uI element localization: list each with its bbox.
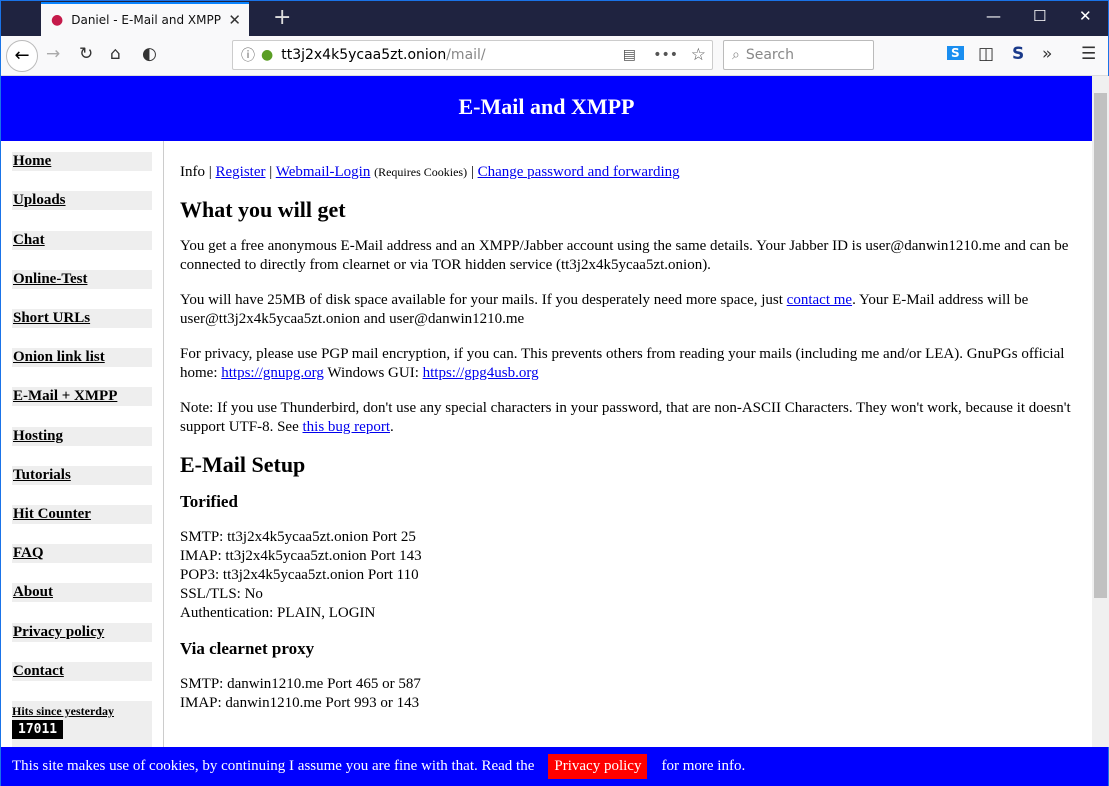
- sidebar-item-hit-counter[interactable]: Hit Counter: [12, 505, 152, 524]
- cookie-banner: This site makes use of cookies, by conti…: [1, 747, 1108, 786]
- webmail-login-link[interactable]: Webmail-Login: [276, 164, 371, 180]
- search-icon: ⌕: [732, 47, 740, 63]
- sidebar-item-faq[interactable]: FAQ: [12, 544, 152, 563]
- sidebar-icon[interactable]: ◫: [978, 44, 994, 64]
- overflow-icon[interactable]: »: [1042, 44, 1052, 64]
- tab-title: Daniel - E-Mail and XMPP: [71, 13, 221, 27]
- skype-icon[interactable]: S: [947, 46, 964, 60]
- info-icon[interactable]: ⓘ: [241, 45, 255, 65]
- onion-icon: ●: [261, 47, 274, 63]
- tor-onion-icon[interactable]: ◐: [142, 44, 157, 64]
- sidebar-item-short-urls[interactable]: Short URLs: [12, 309, 152, 328]
- heading-clearnet: Via clearnet proxy: [180, 639, 315, 658]
- hit-counter: Hits since yesterday 17011: [12, 701, 152, 751]
- tab-strip: ● Daniel - E-Mail and XMPP ✕ + — ☐ ✕: [1, 1, 1108, 36]
- sidebar-item-online-test[interactable]: Online-Test: [12, 270, 152, 289]
- paragraph: For privacy, please use PGP mail encrypt…: [180, 346, 1065, 381]
- more-actions-icon[interactable]: •••: [653, 47, 678, 63]
- close-tab-icon[interactable]: ✕: [228, 11, 241, 29]
- heading-email-setup: E-Mail Setup: [180, 452, 306, 477]
- url-bar[interactable]: ⓘ ● tt3j2x4k5ycaa5zt.onion/mail/ ▤ ••• ☆: [232, 40, 713, 70]
- sidebar-item-privacy-policy[interactable]: Privacy policy: [12, 623, 152, 642]
- hits-value: 17011: [12, 720, 64, 739]
- menu-icon[interactable]: ☰: [1081, 44, 1096, 64]
- sidebar: Home Uploads Chat Online-Test Short URLs…: [1, 141, 164, 751]
- s-extension-icon[interactable]: S: [1012, 44, 1024, 64]
- reload-icon[interactable]: ↻: [79, 44, 93, 64]
- sub-nav: Info | Register | Webmail-Login (Require…: [180, 164, 680, 180]
- paragraph: You will have 25MB of disk space availab…: [180, 292, 1029, 327]
- register-link[interactable]: Register: [216, 164, 266, 180]
- maximize-icon[interactable]: ☐: [1033, 7, 1046, 25]
- search-input[interactable]: ⌕ Search: [723, 40, 874, 70]
- reader-view-icon[interactable]: ▤: [623, 47, 636, 63]
- home-icon[interactable]: ⌂: [110, 44, 121, 64]
- bug-report-link[interactable]: this bug report: [303, 419, 391, 435]
- sidebar-item-email-xmpp[interactable]: E-Mail + XMPP: [12, 387, 152, 406]
- url-host: tt3j2x4k5ycaa5zt.onion: [281, 47, 447, 63]
- main-content: Info | Register | Webmail-Login (Require…: [180, 141, 1080, 747]
- sidebar-item-home[interactable]: Home: [12, 152, 152, 171]
- nav-toolbar: ← → ↻ ⌂ ◐ ⓘ ● tt3j2x4k5ycaa5zt.onion/mai…: [1, 36, 1108, 76]
- sidebar-item-onion-link-list[interactable]: Onion link list: [12, 348, 152, 367]
- sidebar-item-contact[interactable]: Contact: [12, 662, 152, 681]
- sidebar-item-uploads[interactable]: Uploads: [12, 191, 152, 210]
- tab-active[interactable]: ● Daniel - E-Mail and XMPP ✕: [41, 2, 249, 36]
- scrollbar-thumb[interactable]: [1094, 93, 1107, 598]
- gnupg-link[interactable]: https://gnupg.org: [221, 365, 324, 381]
- back-icon[interactable]: ←: [6, 40, 38, 72]
- page-header: E-Mail and XMPP: [1, 76, 1092, 141]
- contact-me-link[interactable]: contact me: [787, 292, 852, 308]
- new-tab-icon[interactable]: +: [273, 5, 291, 30]
- sidebar-item-about[interactable]: About: [12, 583, 152, 602]
- hits-label[interactable]: Hits since yesterday: [12, 704, 152, 719]
- raspberry-icon: ●: [51, 12, 64, 28]
- cookie-privacy-policy-button[interactable]: Privacy policy: [548, 754, 648, 779]
- bookmark-star-icon[interactable]: ☆: [691, 45, 706, 65]
- heading-what-you-get: What you will get: [180, 197, 346, 222]
- change-password-link[interactable]: Change password and forwarding: [478, 164, 680, 180]
- paragraph: Note: If you use Thunderbird, don't use …: [180, 400, 1071, 435]
- heading-torified: Torified: [180, 492, 238, 511]
- url-path: /mail/: [446, 47, 486, 63]
- sidebar-item-chat[interactable]: Chat: [12, 231, 152, 250]
- sidebar-item-hosting[interactable]: Hosting: [12, 427, 152, 446]
- close-window-icon[interactable]: ✕: [1079, 7, 1092, 25]
- sidebar-item-tutorials[interactable]: Tutorials: [12, 466, 152, 485]
- paragraph: You get a free anonymous E-Mail address …: [180, 238, 1069, 273]
- torified-settings: SMTP: tt3j2x4k5ycaa5zt.onion Port 25 IMAP…: [180, 529, 422, 621]
- minimize-icon[interactable]: —: [986, 7, 1001, 25]
- clearnet-settings: SMTP: danwin1210.me Port 465 or 587 IMAP:…: [180, 676, 421, 711]
- gpg4usb-link[interactable]: https://gpg4usb.org: [423, 365, 539, 381]
- forward-icon[interactable]: →: [46, 44, 60, 64]
